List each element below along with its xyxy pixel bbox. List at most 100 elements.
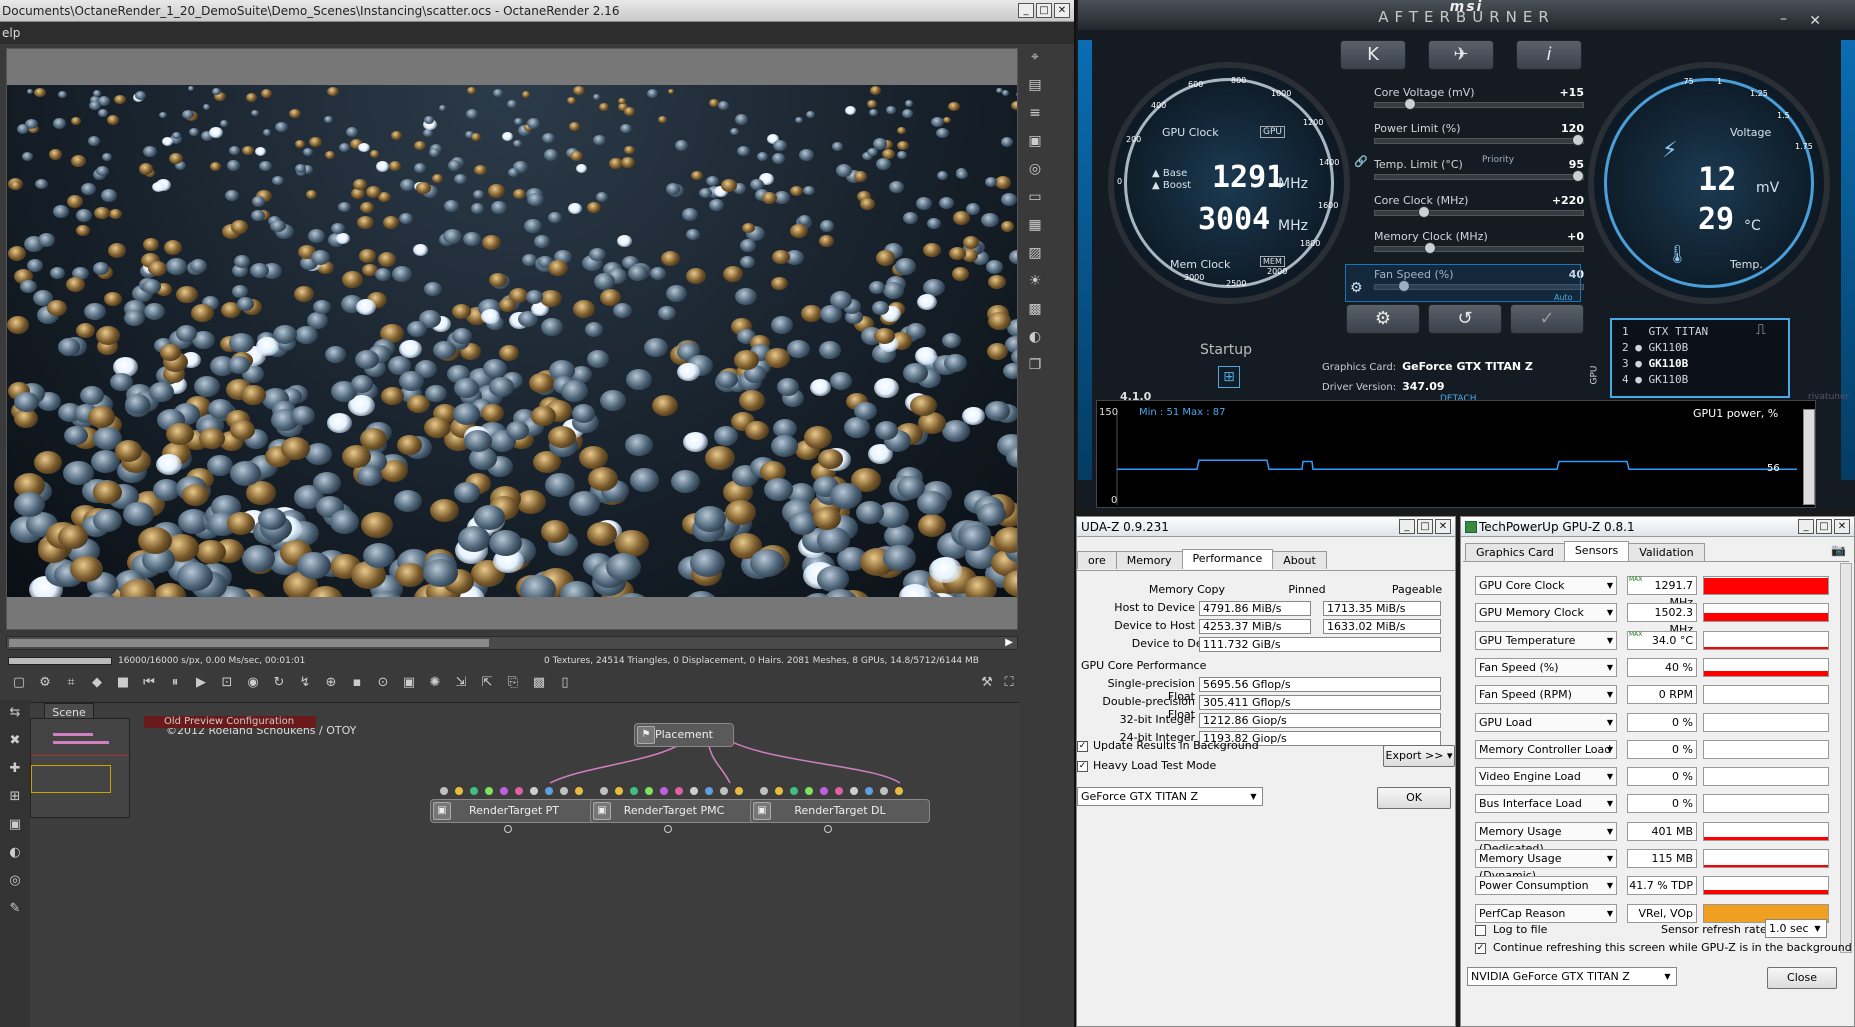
input-pin[interactable] (690, 787, 698, 795)
close-button[interactable]: ✕ (1834, 519, 1850, 534)
monitor-wave-icon[interactable]: ⎍ (1756, 322, 1766, 338)
tab-validation[interactable]: Validation (1628, 543, 1705, 561)
sensor-name-select[interactable]: Video Engine Load ▼ (1475, 767, 1617, 787)
export-button[interactable]: Export >> ▾ (1383, 745, 1455, 767)
close-button[interactable]: Close (1767, 967, 1837, 989)
close-button[interactable]: ✕ (1054, 3, 1070, 18)
fan-gear-icon[interactable]: ⚙ (1350, 280, 1363, 296)
slider-track[interactable] (1374, 210, 1584, 216)
slider-0[interactable]: Core Voltage (mV) +15 (1374, 86, 1584, 110)
tab-about[interactable]: About (1272, 551, 1327, 569)
input-pin[interactable] (790, 787, 798, 795)
sun-icon[interactable]: ☀ (1026, 272, 1044, 290)
input-pin[interactable] (500, 787, 508, 795)
input-pin[interactable] (705, 787, 713, 795)
save-image-icon[interactable]: ⎘ (504, 674, 522, 692)
input-pin[interactable] (820, 787, 828, 795)
fullscreen-icon[interactable]: ⛶ (1000, 674, 1018, 692)
gpu-list-item[interactable]: 3 ● GK110B (1622, 356, 1778, 372)
node-add-icon[interactable]: ✚ (6, 760, 24, 778)
import-icon[interactable]: ⇱ (478, 674, 496, 692)
layers-icon[interactable]: ▤ (1026, 76, 1044, 94)
node-minimap[interactable] (30, 718, 130, 818)
input-pin[interactable] (895, 787, 903, 795)
input-pin[interactable] (485, 787, 493, 795)
apply-button[interactable]: ✓ (1510, 304, 1584, 334)
copy-icon[interactable]: ❐ (1026, 356, 1044, 374)
output-pin[interactable] (824, 825, 832, 833)
sensor-name-select[interactable]: GPU Memory Clock ▼ (1475, 603, 1617, 623)
monitor-icon[interactable]: ▭ (1026, 188, 1044, 206)
slider-2[interactable]: Temp. Limit (°C) 95 (1374, 158, 1584, 182)
input-pin[interactable] (835, 787, 843, 795)
node-placement[interactable]: ⚑ Placement (634, 723, 734, 747)
node-arrange-icon[interactable]: ⇆ (6, 704, 24, 722)
input-pin[interactable] (805, 787, 813, 795)
palette-icon[interactable]: ▩ (530, 674, 548, 692)
update-bg-checkbox[interactable]: ✓ (1077, 741, 1088, 752)
picture-icon[interactable]: ▨ (1026, 244, 1044, 262)
restart-icon[interactable]: ⏮ (140, 674, 158, 692)
input-pin[interactable] (560, 787, 568, 795)
lock-icon[interactable]: ▯ (556, 674, 574, 692)
close-icon[interactable]: ✕ (1809, 4, 1827, 38)
slider-knob[interactable] (1424, 242, 1436, 254)
info-button[interactable]: i (1516, 40, 1582, 70)
link-icon[interactable]: 🔗 (1354, 155, 1368, 168)
maximize-button[interactable]: □ (1417, 519, 1433, 534)
grid-icon[interactable]: ▩ (1026, 300, 1044, 318)
node-texture-icon[interactable]: ◎ (6, 872, 24, 890)
slider-1[interactable]: Power Limit (%) 120 (1374, 122, 1584, 146)
render-region-icon[interactable]: ▢ (10, 674, 28, 692)
input-pin[interactable] (850, 787, 858, 795)
input-pin[interactable] (515, 787, 523, 795)
node-image-icon[interactable]: ▣ (6, 816, 24, 834)
auto-label[interactable]: Auto (1554, 293, 1573, 302)
input-pin[interactable] (645, 787, 653, 795)
object-icon[interactable]: ▪ (348, 674, 366, 692)
input-pin[interactable] (455, 787, 463, 795)
gpu-device-select[interactable]: NVIDIA GeForce GTX TITAN Z ▼ (1467, 967, 1677, 986)
refresh-rate-select[interactable]: 1.0 sec ▼ (1765, 919, 1827, 938)
node-graph-editor[interactable]: Scene ⚑ Placement ▣ RenderTarget PT ▣ Re… (30, 702, 1020, 1027)
sphere-icon[interactable]: ◉ (244, 674, 262, 692)
input-pin[interactable] (530, 787, 538, 795)
menu-help[interactable]: elp (2, 26, 20, 40)
tab-core[interactable]: ore (1077, 551, 1117, 569)
stop-icon[interactable]: ■ (114, 674, 132, 692)
pause-icon[interactable]: ⏸ (166, 674, 184, 692)
node-delete-icon[interactable]: ✖ (6, 732, 24, 750)
play-icon[interactable]: ▶ (192, 674, 210, 692)
sensor-name-select[interactable]: Memory Usage (Dedicated)▼ (1475, 821, 1617, 855)
input-pin[interactable] (720, 787, 728, 795)
input-pin[interactable] (545, 787, 553, 795)
node-rendertarget-dl[interactable]: ▣ RenderTarget DL (750, 799, 930, 823)
input-pin[interactable] (615, 787, 623, 795)
zoom-icon[interactable]: ⊙ (374, 674, 392, 692)
sensor-name-select[interactable]: Bus Interface Load ▼ (1475, 794, 1617, 814)
graph-scrollbar[interactable] (1803, 409, 1815, 505)
viewport-scrollbar[interactable]: ▶ (6, 636, 1018, 650)
slider-track[interactable] (1374, 174, 1584, 180)
gpu-list-item[interactable]: 1 GTX TITAN (1622, 324, 1778, 340)
sensor-scrollbar[interactable] (1840, 563, 1852, 953)
sensor-name-select[interactable]: Fan Speed (%) ▼ (1475, 657, 1617, 677)
af-icon[interactable]: ↯ (296, 674, 314, 692)
input-pin[interactable] (575, 787, 583, 795)
input-pin[interactable] (775, 787, 783, 795)
input-pin[interactable] (630, 787, 638, 795)
texture-icon[interactable]: ◎ (1026, 160, 1044, 178)
node-rendertarget-pmc[interactable]: ▣ RenderTarget PMC (590, 799, 758, 823)
sensor-name-select[interactable]: GPU Core Clock ▼ (1475, 576, 1617, 595)
tab-performance[interactable]: Performance (1181, 549, 1274, 569)
sensor-name-select[interactable]: Memory Controller Load ▼ (1475, 739, 1617, 759)
gpu-list-item[interactable]: 4 ● GK110B (1622, 372, 1778, 388)
input-pin[interactable] (660, 787, 668, 795)
reset-button[interactable]: ↺ (1428, 304, 1502, 334)
tab-memory[interactable]: Memory (1115, 551, 1183, 569)
minimize-icon[interactable]: – (1780, 2, 1793, 36)
tab-sensors[interactable]: Sensors (1563, 541, 1630, 561)
input-pin[interactable] (600, 787, 608, 795)
film-icon[interactable]: ▦ (1026, 216, 1044, 234)
node-material-icon[interactable]: ◐ (6, 844, 24, 862)
